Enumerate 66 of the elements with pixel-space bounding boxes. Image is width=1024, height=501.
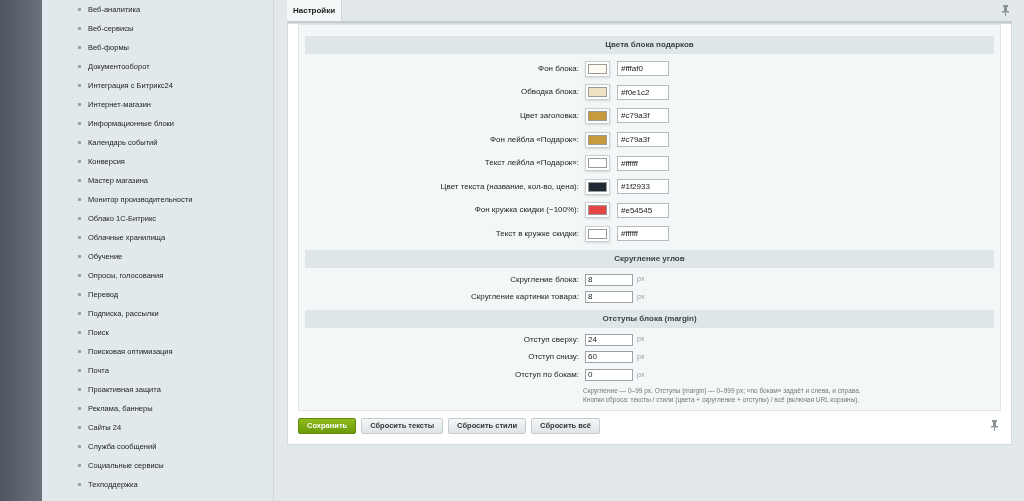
- bullet-icon: [78, 426, 81, 429]
- section-header: Цвета блока подарков: [305, 36, 994, 54]
- bullet-icon: [78, 388, 81, 391]
- section-header: Скругление углов: [305, 249, 994, 268]
- field-label: Обводка блока:: [519, 86, 580, 99]
- color-swatch[interactable]: [588, 228, 607, 239]
- number-input[interactable]: 8: [585, 291, 633, 304]
- color-input[interactable]: #e54545: [617, 202, 669, 218]
- settings-tab[interactable]: Настройки: [287, 0, 343, 21]
- field-label: Скругление блока:: [509, 273, 580, 286]
- field-label: Цвет текста (название, кол-во, цена):: [439, 180, 580, 193]
- bullet-icon: [78, 8, 81, 11]
- color-input[interactable]: #1f2933: [617, 179, 669, 195]
- bullet-icon: [78, 160, 81, 163]
- bullet-icon: [78, 65, 81, 68]
- section-header: Отступы блока (margin): [305, 309, 994, 328]
- bullet-icon: [78, 350, 81, 353]
- bullet-icon: [78, 407, 81, 410]
- bullet-icon: [78, 274, 81, 277]
- color-input[interactable]: #ffffff: [617, 155, 669, 171]
- field-label: Цвет заголовка:: [518, 110, 580, 122]
- bullet-icon: [78, 179, 81, 182]
- color-input[interactable]: #ffffff: [617, 226, 669, 242]
- bullet-icon: [78, 27, 81, 30]
- field-label: Отступ снизу:: [527, 351, 580, 364]
- bullet-icon: [78, 483, 81, 486]
- bullet-icon: [78, 84, 81, 87]
- bullet-icon: [78, 369, 81, 372]
- color-swatch[interactable]: [588, 87, 607, 98]
- pin-icon[interactable]: [991, 420, 998, 432]
- number-input[interactable]: 60: [585, 351, 633, 364]
- color-input[interactable]: #c79a3f: [617, 108, 669, 124]
- bullet-icon: [78, 464, 81, 467]
- bullet-icon: [78, 46, 81, 49]
- color-swatch[interactable]: [588, 63, 607, 74]
- bullet-icon: [78, 312, 81, 315]
- field-label: Фон блока:: [537, 62, 580, 75]
- field-label: Отступ по бокам:: [514, 368, 580, 381]
- number-input[interactable]: 0: [585, 368, 633, 381]
- bullet-icon: [78, 198, 81, 201]
- field-label: Текст лейбла «Подарок»:: [483, 157, 580, 170]
- color-swatch[interactable]: [588, 158, 607, 169]
- color-swatch[interactable]: [588, 181, 607, 192]
- pin-icon[interactable]: [1002, 5, 1009, 16]
- bullet-icon: [78, 122, 81, 125]
- bullet-icon: [78, 236, 81, 239]
- bullet-icon: [78, 217, 81, 220]
- field-label: Скругление картинки товара:: [470, 291, 580, 304]
- number-input[interactable]: 24: [585, 333, 633, 346]
- bullet-icon: [78, 103, 81, 106]
- bullet-icon: [78, 331, 81, 334]
- color-input[interactable]: #fffaf0: [617, 61, 669, 77]
- field-label: Фон лейбла «Подарок»:: [489, 133, 580, 146]
- number-input[interactable]: 8: [585, 273, 633, 286]
- bullet-icon: [78, 293, 81, 296]
- color-input[interactable]: #f0e1c2: [617, 84, 669, 100]
- color-swatch[interactable]: [588, 205, 607, 216]
- color-swatch[interactable]: [588, 111, 607, 121]
- bullet-icon: [78, 255, 81, 258]
- bullet-icon: [78, 141, 81, 144]
- field-label: Фон кружка скидки (−100%):: [473, 204, 580, 217]
- field-label: Отступ сверху:: [522, 333, 580, 346]
- field-label: Текст в кружке скидки:: [494, 227, 580, 240]
- color-input[interactable]: #c79a3f: [617, 132, 669, 148]
- color-swatch[interactable]: [588, 134, 607, 145]
- bullet-icon: [78, 445, 81, 448]
